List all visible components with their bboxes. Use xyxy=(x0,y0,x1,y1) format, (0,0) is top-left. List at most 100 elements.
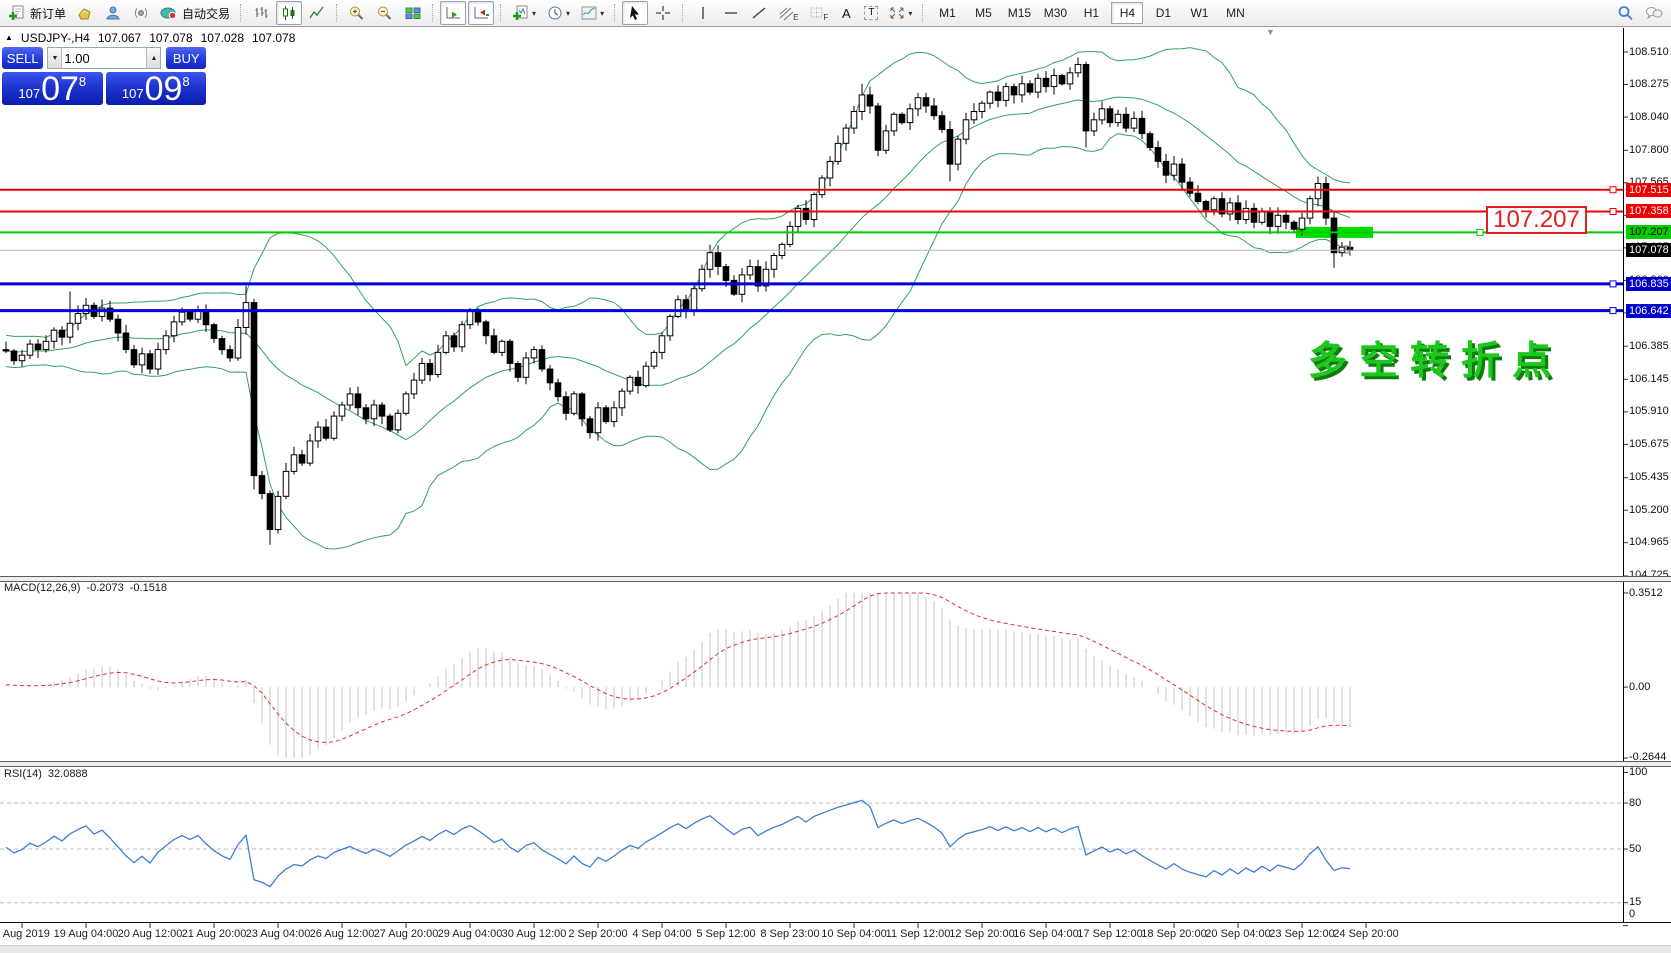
community-button[interactable] xyxy=(100,1,126,25)
tab-timeframe-m5[interactable]: M5 xyxy=(967,2,999,24)
volume-stepper: ▼ ▲ xyxy=(47,47,161,69)
fibonacci-button[interactable]: E xyxy=(774,1,802,25)
auto-scroll-button[interactable] xyxy=(440,1,466,25)
new-order-button[interactable]: 新订单 xyxy=(4,1,70,25)
macd-pane[interactable] xyxy=(6,593,1350,758)
text-button[interactable]: A xyxy=(834,1,858,25)
crosshair-button[interactable] xyxy=(650,1,676,25)
chevron-down-icon[interactable]: ▾ xyxy=(532,9,536,18)
sell-price-panel[interactable]: 107 07 8 xyxy=(2,72,103,105)
chart-shift-marker-icon[interactable]: ▼ xyxy=(1266,27,1275,37)
periods-button[interactable]: ▾ xyxy=(542,1,574,25)
search-icon[interactable] xyxy=(1617,5,1635,21)
cursor-button[interactable] xyxy=(622,1,648,25)
time-tick-label: 29 Aug 04:00 xyxy=(438,928,503,940)
chevron-down-icon[interactable]: ▾ xyxy=(566,9,570,18)
arrows-button[interactable]: ▾ xyxy=(884,1,916,25)
price-tick-label: 106.385 xyxy=(1629,340,1669,352)
tab-timeframe-m30[interactable]: M30 xyxy=(1039,2,1071,24)
volume-input[interactable] xyxy=(62,48,146,68)
price-tick-label: 108.275 xyxy=(1629,78,1669,90)
buy-price-panel[interactable]: 107 09 8 xyxy=(106,72,207,105)
main-pane[interactable] xyxy=(0,48,1623,549)
text-label-icon: T xyxy=(864,6,878,20)
candles-layer xyxy=(3,58,1353,545)
tab-timeframe-w1[interactable]: W1 xyxy=(1183,2,1215,24)
signals-button[interactable] xyxy=(128,1,154,25)
market-watch-button[interactable] xyxy=(72,1,98,25)
time-tick-label: 23 Aug 04:00 xyxy=(246,928,311,940)
chat-icon[interactable] xyxy=(1645,5,1663,21)
time-axis-line xyxy=(0,922,1671,923)
new-order-icon xyxy=(8,5,26,21)
indicators-button[interactable]: ▾ xyxy=(508,1,540,25)
candles-icon xyxy=(280,5,298,21)
rsi-label: RSI(14) xyxy=(4,768,42,780)
hline-price-label: 107.358 xyxy=(1626,204,1671,218)
price-tick-label: 108.510 xyxy=(1629,46,1669,58)
chart-shift-button[interactable] xyxy=(468,1,494,25)
zoom-out-button[interactable] xyxy=(372,1,398,25)
ohlc-bars-icon xyxy=(252,5,270,21)
tab-timeframe-m1[interactable]: M1 xyxy=(931,2,963,24)
chart-canvas[interactable] xyxy=(0,0,1671,952)
collapse-panel-icon[interactable]: ▲ xyxy=(5,33,13,45)
volume-increase-button[interactable]: ▲ xyxy=(146,48,160,68)
price-annotation-box[interactable]: 107.207 xyxy=(1486,206,1587,234)
rsi-pane[interactable] xyxy=(0,800,1623,902)
time-tick-label: 11 Sep 12:00 xyxy=(886,928,951,940)
pane-splitter-macd[interactable] xyxy=(0,576,1671,582)
ohlc-high: 107.078 xyxy=(149,31,192,45)
time-tick-label: 8 Sep 23:00 xyxy=(760,928,819,940)
rsi-tick-label: 80 xyxy=(1629,797,1641,809)
zoom-in-icon xyxy=(348,5,366,21)
buy-button[interactable]: BUY xyxy=(166,47,206,69)
tab-timeframe-m15[interactable]: M15 xyxy=(1003,2,1035,24)
macd-value: -0.2073 xyxy=(86,582,123,594)
rsi-header: RSI(14) 32.0888 xyxy=(4,768,88,780)
chevron-down-icon[interactable]: ▾ xyxy=(600,9,604,18)
candle-chart-button[interactable] xyxy=(276,1,302,25)
time-tick-label: 27 Aug 20:00 xyxy=(374,928,439,940)
vertical-line-button[interactable] xyxy=(690,1,716,25)
line-chart-button[interactable] xyxy=(304,1,330,25)
time-tick-label: 24 Sep 20:00 xyxy=(1333,928,1398,940)
tab-timeframe-d1[interactable]: D1 xyxy=(1147,2,1179,24)
arrows-icon xyxy=(888,5,906,21)
toolbar-separator xyxy=(240,4,242,22)
tab-timeframe-h1[interactable]: H1 xyxy=(1075,2,1107,24)
pane-splitter-rsi[interactable] xyxy=(0,761,1671,767)
time-tick-label: 19 Aug 04:00 xyxy=(54,928,119,940)
auto-trading-button[interactable]: 自动交易 xyxy=(156,1,234,25)
ohlc-close: 107.078 xyxy=(252,31,295,45)
sell-price-big: 07 xyxy=(41,74,79,104)
macd-signal-value: -0.1518 xyxy=(130,582,167,594)
price-tick-label: 108.040 xyxy=(1629,111,1669,123)
mt4-terminal: { "toolbar": { "new_order_label": "新订单",… xyxy=(0,0,1671,952)
bar-chart-button[interactable] xyxy=(248,1,274,25)
time-tick-label: 2 Sep 20:00 xyxy=(568,928,627,940)
sell-price-sup: 8 xyxy=(79,74,86,89)
horizontal-line-button[interactable] xyxy=(718,1,744,25)
ohlc-open: 107.067 xyxy=(98,31,141,45)
grid-letter: F xyxy=(823,13,828,22)
auto-trading-label: 自动交易 xyxy=(182,5,230,22)
tab-timeframe-mn[interactable]: MN xyxy=(1219,2,1251,24)
templates-button[interactable]: ▾ xyxy=(576,1,608,25)
sell-button[interactable]: SELL xyxy=(2,47,43,69)
time-tick-label: 20 Sep 04:00 xyxy=(1205,928,1270,940)
text-label-button[interactable]: T xyxy=(860,1,882,25)
tile-windows-button[interactable] xyxy=(400,1,426,25)
tab-timeframe-h4[interactable]: H4 xyxy=(1111,2,1143,24)
hline-icon xyxy=(722,5,740,21)
rsi-tick-label: 15 xyxy=(1629,896,1641,908)
volume-decrease-button[interactable]: ▼ xyxy=(48,48,62,68)
trendline-button[interactable] xyxy=(746,1,772,25)
chevron-down-icon[interactable]: ▾ xyxy=(908,9,912,18)
line-chart-icon xyxy=(308,5,326,21)
zoom-in-button[interactable] xyxy=(344,1,370,25)
new-order-label: 新订单 xyxy=(30,5,66,22)
grid-button[interactable]: F xyxy=(804,1,832,25)
one-click-trading-panel: SELL ▼ ▲ BUY 107 07 8 107 09 8 xyxy=(2,47,206,105)
ohlc-low: 107.028 xyxy=(201,31,244,45)
